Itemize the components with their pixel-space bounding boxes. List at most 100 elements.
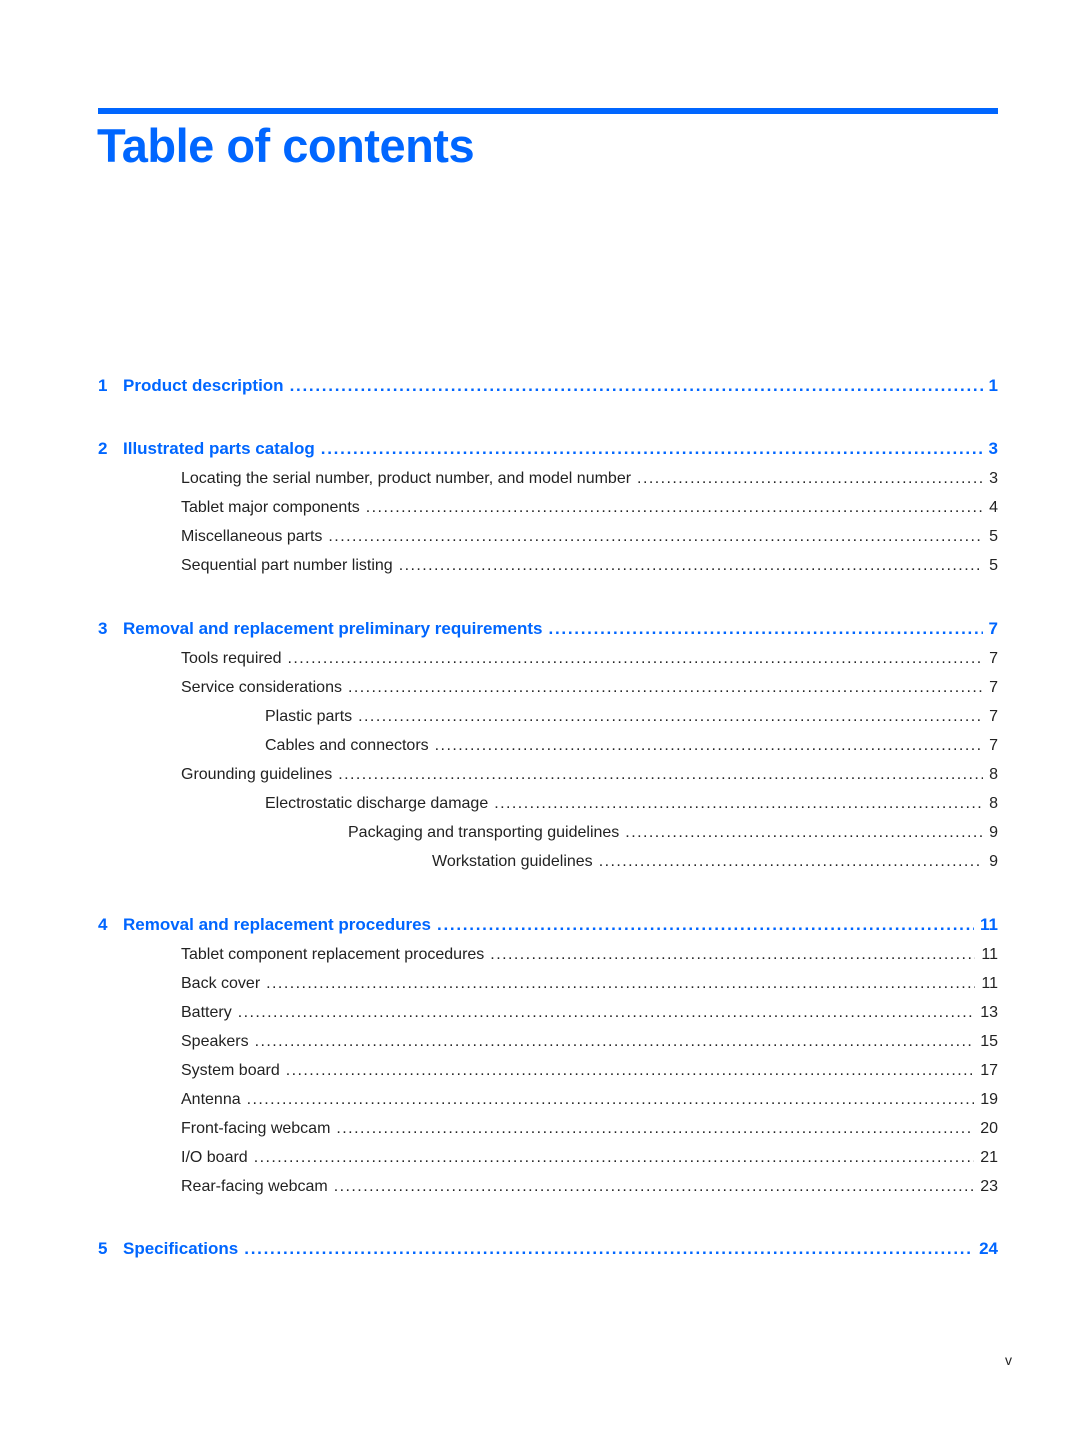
dot-leader	[599, 853, 983, 871]
dot-leader	[254, 1149, 975, 1167]
toc-page-number: 13	[980, 1004, 998, 1021]
toc-section-entry[interactable]: Tools required 7	[98, 650, 998, 668]
toc-section-entry[interactable]: Plastic parts 7	[98, 708, 998, 726]
toc-page-number: 8	[989, 795, 998, 812]
toc-section-entry[interactable]: Locating the serial number, product numb…	[98, 470, 998, 488]
toc-entry-label: Cables and connectors	[98, 737, 435, 755]
toc-page-number: 7	[989, 708, 998, 725]
toc-section-entry[interactable]: Back cover 11	[98, 975, 998, 993]
chapter-number: 3	[98, 619, 108, 638]
toc-chapter-entry[interactable]: 3 Removal and replacement preliminary req…	[98, 619, 998, 639]
toc-entry-label: Locating the serial number, product numb…	[98, 470, 637, 488]
toc-entry-label: Electrostatic discharge damage	[98, 795, 494, 813]
toc-chapter-entry[interactable]: 2 Illustrated parts catalog 3	[98, 439, 998, 459]
toc-page-number: 19	[980, 1091, 998, 1108]
toc-entry-label: Miscellaneous parts	[98, 528, 328, 546]
toc-entry-label: Tablet major components	[98, 499, 366, 517]
toc-entry-label: Workstation guidelines	[98, 853, 599, 871]
toc-entry-label: Tools required	[98, 650, 288, 668]
toc-entry-label: Back cover	[98, 975, 266, 993]
toc-section-entry[interactable]: Speakers 15	[98, 1033, 998, 1051]
dot-leader	[286, 1062, 974, 1080]
toc-entry-label: Packaging and transporting guidelines	[98, 824, 625, 842]
toc-page-number: 7	[988, 619, 998, 638]
page-number: v	[1005, 1352, 1012, 1368]
toc-section-entry[interactable]: Battery 13	[98, 1004, 998, 1022]
dot-leader	[358, 708, 983, 726]
toc-section-entry[interactable]: Packaging and transporting guidelines 9	[98, 824, 998, 842]
section-title: Battery	[181, 1004, 232, 1021]
toc-section-entry[interactable]: Miscellaneous parts 5	[98, 528, 998, 546]
section-title: Plastic parts	[265, 708, 353, 725]
toc-section-entry[interactable]: Cables and connectors 7	[98, 737, 998, 755]
chapter-title: Removal and replacement procedures	[123, 915, 432, 934]
dot-leader	[348, 679, 983, 697]
chapter-title: Product description	[123, 376, 284, 395]
dot-leader	[338, 766, 983, 784]
toc-chapter-entry[interactable]: 5 Specifications 24	[98, 1239, 998, 1259]
toc-entry-label: 5 Specifications	[98, 1239, 244, 1259]
toc-section-entry[interactable]: Tablet component replacement procedures 1…	[98, 946, 998, 964]
toc-section-entry[interactable]: Workstation guidelines 9	[98, 853, 998, 871]
toc-page-number: 9	[989, 853, 998, 870]
toc-chapter-entry[interactable]: 4 Removal and replacement procedures 11	[98, 915, 998, 935]
chapter-number: 2	[98, 439, 108, 458]
toc-entry-label: 2 Illustrated parts catalog	[98, 439, 321, 459]
toc-entry-label: Speakers	[98, 1033, 255, 1051]
toc-page-number: 3	[989, 470, 998, 487]
section-title: Tablet component replacement procedures	[181, 946, 485, 963]
toc-section-entry[interactable]: Electrostatic discharge damage 8	[98, 795, 998, 813]
dot-leader	[238, 1004, 975, 1022]
section-title: Front-facing webcam	[181, 1120, 331, 1137]
toc-section-entry[interactable]: Front-facing webcam 20	[98, 1120, 998, 1138]
toc-page-number: 9	[989, 824, 998, 841]
toc-section-entry[interactable]: Tablet major components 4	[98, 499, 998, 517]
dot-leader	[247, 1091, 975, 1109]
toc-chapter-entry[interactable]: 1 Product description 1	[98, 376, 998, 396]
toc-section-entry[interactable]: I/O board 21	[98, 1149, 998, 1167]
page-title: Table of contents	[97, 119, 475, 172]
toc-entry-label: Battery	[98, 1004, 238, 1022]
toc-section-entry[interactable]: Rear-facing webcam 23	[98, 1178, 998, 1196]
chapter-number: 4	[98, 915, 108, 934]
dot-leader	[366, 499, 983, 517]
dot-leader	[490, 946, 975, 964]
toc-page-number: 7	[989, 679, 998, 696]
toc-section-entry[interactable]: System board 17	[98, 1062, 998, 1080]
toc-section-entry[interactable]: Sequential part number listing 5	[98, 557, 998, 575]
dot-leader	[435, 737, 983, 755]
section-title: Workstation guidelines	[432, 853, 593, 870]
toc-page-number: 5	[989, 528, 998, 545]
section-title: Packaging and transporting guidelines	[348, 824, 620, 841]
toc-page-number: 3	[988, 439, 998, 458]
title-rule	[98, 108, 998, 114]
chapter-title: Illustrated parts catalog	[123, 439, 315, 458]
toc-entry-label: Front-facing webcam	[98, 1120, 336, 1138]
dot-leader	[399, 557, 983, 575]
toc-entry-label: Antenna	[98, 1091, 247, 1109]
section-title: Service considerations	[181, 679, 342, 696]
toc-section-entry[interactable]: Service considerations 7	[98, 679, 998, 697]
toc-entry-label: Plastic parts	[98, 708, 358, 726]
dot-leader	[334, 1178, 974, 1196]
chapter-title: Specifications	[123, 1239, 239, 1258]
toc-section-entry[interactable]: Grounding guidelines 8	[98, 766, 998, 784]
section-title: Antenna	[181, 1091, 241, 1108]
dot-leader	[637, 470, 983, 488]
dot-leader	[266, 975, 975, 993]
toc-page-number: 8	[989, 766, 998, 783]
section-title: Grounding guidelines	[181, 766, 333, 783]
toc-page-number: 20	[980, 1120, 998, 1137]
dot-leader	[244, 1239, 973, 1259]
toc-page-number: 17	[980, 1062, 998, 1079]
section-title: Tools required	[181, 650, 282, 667]
section-title: Electrostatic discharge damage	[265, 795, 489, 812]
toc-section-entry[interactable]: Antenna 19	[98, 1091, 998, 1109]
toc-page-number: 11	[981, 946, 998, 963]
toc-entry-label: System board	[98, 1062, 286, 1080]
dot-leader	[336, 1120, 974, 1138]
dot-leader	[288, 650, 984, 668]
dot-leader	[328, 528, 983, 546]
section-title: Rear-facing webcam	[181, 1178, 328, 1195]
dot-leader	[549, 619, 983, 639]
